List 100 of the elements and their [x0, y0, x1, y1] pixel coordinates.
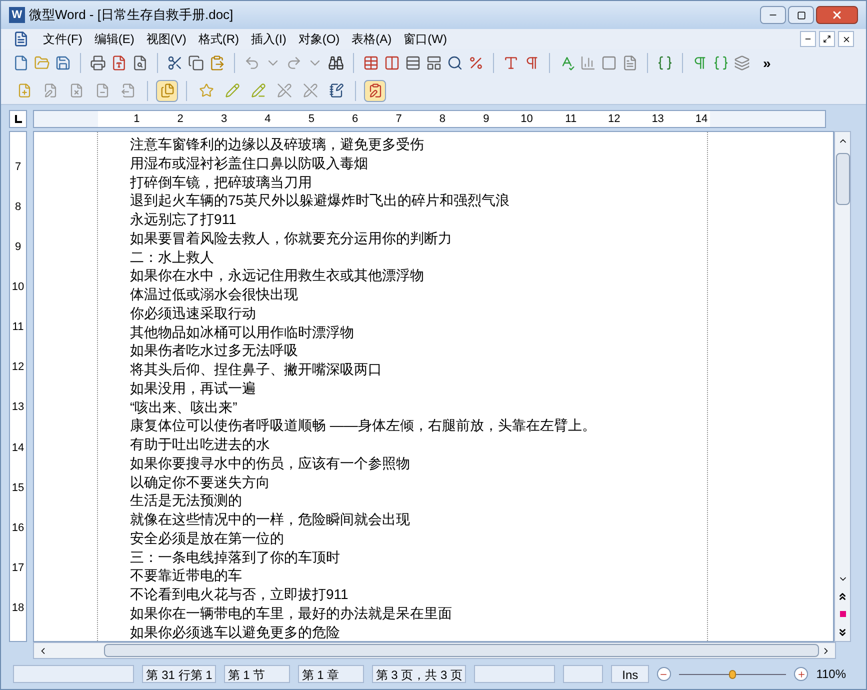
- show-marks-icon[interactable]: [692, 55, 708, 71]
- ruler-number: 18: [12, 600, 24, 616]
- document-line: 注意车窗锋利的边缘以及碎玻璃，避免更多受伤: [130, 135, 425, 154]
- zoom-percent-icon[interactable]: [468, 55, 484, 71]
- scroll-thumb[interactable]: [836, 153, 850, 205]
- review-pane-button[interactable]: [364, 80, 386, 102]
- chart-icon[interactable]: [580, 55, 596, 71]
- ruler-number: 15: [12, 480, 24, 496]
- previous-page-icon[interactable]: [837, 590, 848, 602]
- document-icon[interactable]: [13, 31, 29, 47]
- document-line: 其他物品如冰桶可以用作临时漂浮物: [130, 322, 355, 342]
- edit-comment-icon[interactable]: [42, 83, 58, 98]
- status-field: 第 31 行第 1: [142, 665, 216, 683]
- menu-item[interactable]: 格式(R): [192, 30, 245, 48]
- document-line: 二：水上救人: [130, 248, 215, 266]
- ruler-number: 7: [394, 112, 403, 127]
- document-line: 如果你要搜寻水中的伤员，应该有一个参照物: [130, 454, 411, 472]
- status-field: 第 3 页，共 3 页: [372, 665, 466, 683]
- document-line: 如果伤者吃水过多无法呼吸: [130, 341, 299, 360]
- ruler-number: 14: [12, 440, 24, 456]
- ruler-number: 2: [176, 112, 184, 127]
- status-panel: [563, 665, 604, 683]
- menu-item[interactable]: 编辑(E): [88, 30, 140, 48]
- next-page-icon[interactable]: [837, 626, 848, 638]
- ruler-number: 10: [12, 280, 24, 296]
- binoculars-icon[interactable]: [328, 55, 344, 71]
- document-line: 有助于吐出吃进去的水: [130, 435, 271, 454]
- ruler-number: 11: [12, 320, 24, 336]
- zoom-in-button[interactable]: [794, 667, 808, 681]
- document-line: 以确定你不要迷失方向: [130, 472, 271, 492]
- menu-item[interactable]: 表格(A): [346, 30, 398, 48]
- ruler-number: 8: [438, 112, 446, 127]
- font-icon[interactable]: [503, 55, 519, 71]
- app-logo-icon: W: [9, 7, 25, 23]
- ruler-number: 9: [14, 240, 22, 256]
- frame-icon[interactable]: [601, 55, 617, 71]
- restore-icon[interactable]: [823, 35, 831, 43]
- document-line: 将其头后仰、捏住鼻子、撇开嘴深吸两口: [130, 360, 383, 379]
- document-line: 不要靠近带电的车: [130, 566, 243, 585]
- notebook-pencil-icon[interactable]: [328, 83, 344, 98]
- ruler-number: 8: [14, 200, 22, 216]
- browse-object-icon[interactable]: [840, 611, 846, 617]
- zoom-out-button[interactable]: [657, 667, 671, 681]
- tab-stop-selector[interactable]: [9, 110, 27, 128]
- document-line: 就像在这些情况中的一样，危险瞬间就会出现: [130, 510, 411, 529]
- close-button[interactable]: [816, 6, 858, 24]
- insert-mode: Ins: [611, 665, 650, 683]
- track-changes-button[interactable]: [156, 80, 178, 102]
- cut-icon[interactable]: [167, 55, 183, 71]
- print-preview-icon[interactable]: [132, 55, 148, 71]
- ruler-number: 6: [351, 112, 360, 127]
- ruler-number: 1: [132, 112, 141, 127]
- redo-icon[interactable]: [286, 55, 302, 71]
- new-comment-icon[interactable]: [16, 83, 32, 98]
- vertical-scrollbar[interactable]: [834, 131, 851, 642]
- left-tab-icon[interactable]: [14, 115, 22, 123]
- window-title: 微型Word - [日常生存自救手册.doc]: [29, 6, 234, 24]
- maximize-icon[interactable]: [796, 10, 806, 20]
- track-changes-icon[interactable]: [160, 83, 174, 98]
- ruler-number: 7: [14, 160, 22, 175]
- document-line: 生活是无法预测的: [130, 491, 243, 510]
- paste-icon[interactable]: [209, 55, 225, 71]
- ruler-number: 17: [12, 560, 24, 576]
- zoom-thumb[interactable]: [728, 670, 736, 678]
- document-line: 体温过低或溺水会很快出现: [130, 285, 299, 304]
- menu-item[interactable]: 对象(O): [292, 30, 346, 48]
- menu-item[interactable]: 插入(I): [245, 30, 292, 48]
- document-line: 如果你在一辆带电的车里，最好的办法就是呆在里面: [130, 604, 453, 622]
- ruler-number: 3: [220, 112, 228, 127]
- new-document-icon[interactable]: [13, 55, 29, 71]
- close-icon[interactable]: [842, 34, 850, 44]
- horizontal-scrollbar[interactable]: [33, 642, 836, 659]
- document-line: 康复体位可以使伤者呼吸道顺畅 ——身体左倾，右腿前放，头靠在左臂上。: [130, 416, 597, 435]
- document-line: 如果你在水中，永远记住用救生衣或其他漂浮物: [130, 266, 425, 285]
- ruler-number: 9: [482, 112, 490, 127]
- ruler-number: 10: [520, 112, 534, 127]
- maximize-button[interactable]: [788, 6, 814, 24]
- ruler-number: 13: [12, 400, 24, 416]
- document-line: 不论看到电火花与否，立即拔打911: [130, 585, 350, 604]
- copy-icon[interactable]: [188, 55, 204, 71]
- menu-item[interactable]: 窗口(W): [398, 30, 453, 48]
- scroll-thumb[interactable]: [104, 644, 819, 657]
- document-line: 安全必须是放在第一位的: [130, 528, 285, 548]
- zoom-icon[interactable]: [447, 55, 463, 71]
- menu-item[interactable]: 文件(F): [37, 30, 88, 48]
- status-field: 第 1 节: [224, 665, 290, 683]
- document-line: 打碎倒车镜，把碎玻璃当刀用: [130, 172, 313, 192]
- objects-icon[interactable]: [734, 55, 750, 71]
- zoom-in-icon[interactable]: [796, 670, 806, 678]
- save-icon[interactable]: [55, 55, 71, 71]
- folder-icon[interactable]: [34, 55, 50, 71]
- printer-icon[interactable]: [90, 55, 106, 71]
- undo-icon[interactable]: [244, 55, 260, 71]
- mdi-restore-button[interactable]: [819, 31, 835, 47]
- mdi-close-button[interactable]: [838, 31, 854, 47]
- toolbar-overflow[interactable]: »: [763, 52, 771, 74]
- menu-item[interactable]: 视图(V): [140, 30, 192, 48]
- ruler-number: 11: [564, 112, 578, 127]
- paragraph-format-icon[interactable]: [524, 55, 540, 71]
- zoom-level: 110%: [816, 666, 846, 683]
